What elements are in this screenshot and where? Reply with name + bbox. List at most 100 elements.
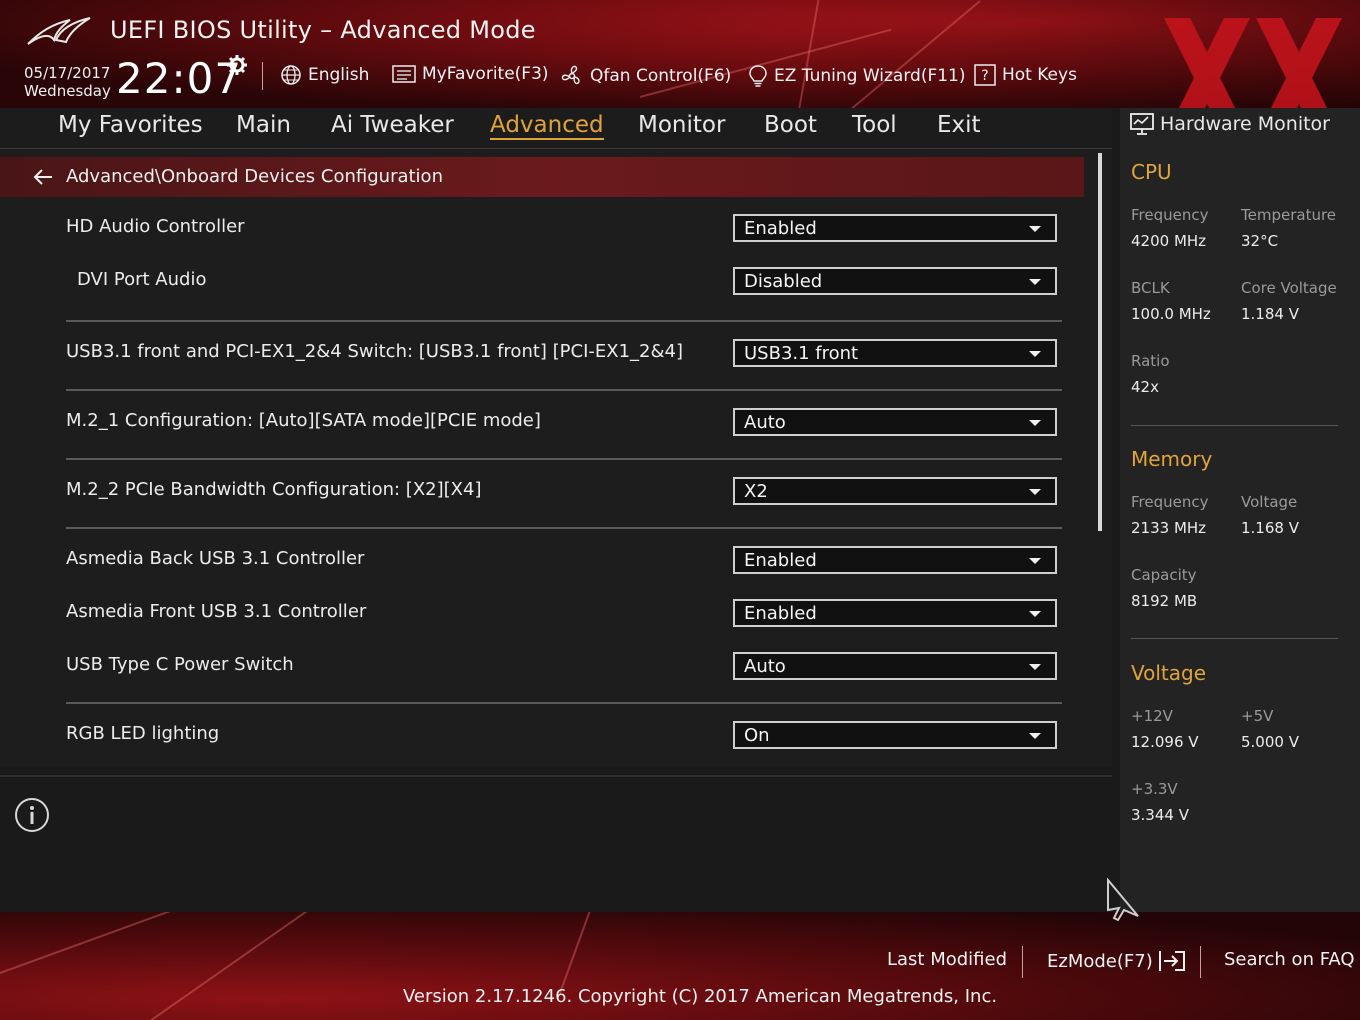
search-faq-label: Search on FAQ [1224, 949, 1355, 970]
tab-my-favorites[interactable]: My Favorites [58, 112, 203, 138]
selected-value: X2 [744, 481, 768, 502]
back-arrow-icon[interactable] [32, 167, 54, 187]
help-description-panel [0, 775, 1112, 914]
hot-keys-label: Hot Keys [1002, 65, 1077, 85]
v12-label: +12V [1131, 707, 1173, 725]
core-voltage-label: Core Voltage [1241, 279, 1337, 297]
header-divider [262, 62, 263, 90]
section-divider [66, 458, 1062, 460]
cpu-frequency-label: Frequency [1131, 206, 1209, 224]
rgb-led-lighting-select[interactable]: On [733, 721, 1057, 749]
tab-monitor[interactable]: Monitor [638, 112, 725, 138]
memory-capacity-label: Capacity [1131, 566, 1197, 584]
qfan-control-button[interactable]: Qfan Control(F6) [560, 64, 731, 88]
info-icon [15, 798, 49, 832]
section-divider [1131, 638, 1338, 639]
usb31-front-switch-select[interactable]: USB3.1 front [733, 339, 1057, 367]
clock[interactable]: 22:07 [116, 54, 242, 103]
selected-value: Enabled [744, 218, 817, 239]
tab-ai-tweaker[interactable]: Ai Tweaker [331, 112, 454, 138]
footer-divider [1200, 946, 1201, 978]
date-display: 05/17/2017 Wednesday [24, 64, 111, 100]
rog-logo-icon [27, 17, 91, 45]
dropdown-caret-icon [1029, 558, 1041, 564]
v33-value: 3.344 V [1131, 806, 1189, 824]
globe-icon [281, 65, 301, 85]
hardware-monitor-header: Hardware Monitor [1130, 113, 1330, 135]
ratio-label: Ratio [1131, 352, 1170, 370]
ratio-value: 42x [1131, 378, 1159, 396]
ezmode-button[interactable]: EzMode(F7) [1047, 949, 1187, 973]
dropdown-caret-icon [1029, 420, 1041, 426]
tab-advanced[interactable]: Advanced [490, 112, 604, 140]
selected-value: Enabled [744, 603, 817, 624]
day-text: Wednesday [24, 82, 111, 100]
selected-value: Disabled [744, 271, 823, 292]
version-text: Version 2.17.1246. Copyright (C) 2017 Am… [403, 986, 998, 1007]
dropdown-caret-icon [1029, 489, 1041, 495]
option-label-m2-1-configuration: M.2_1 Configuration: [Auto][SATA mode][P… [66, 410, 541, 431]
myfavorite-label: MyFavorite(F3) [422, 64, 549, 84]
tab-exit[interactable]: Exit [937, 112, 981, 138]
mouse-pointer-icon [1107, 878, 1139, 922]
favorite-list-icon [392, 65, 416, 83]
dropdown-caret-icon [1029, 733, 1041, 739]
m2-1-configuration-select[interactable]: Auto [733, 408, 1057, 436]
ezmode-label: EzMode(F7) [1047, 950, 1153, 972]
option-label-asmedia-front-usb31: Asmedia Front USB 3.1 Controller [66, 601, 367, 622]
section-divider [66, 320, 1062, 322]
memory-frequency-value: 2133 MHz [1131, 519, 1207, 537]
voltage-section-title: Voltage [1131, 661, 1207, 685]
lightbulb-icon [749, 65, 767, 87]
app-title: UEFI BIOS Utility – Advanced Mode [110, 16, 536, 44]
dvi-port-audio-select[interactable]: Disabled [733, 267, 1057, 295]
asmedia-back-usb31-select[interactable]: Enabled [733, 546, 1057, 574]
memory-frequency-label: Frequency [1131, 493, 1209, 511]
option-label-usb-type-c-power: USB Type C Power Switch [66, 654, 294, 675]
bclk-label: BCLK [1131, 279, 1170, 297]
core-voltage-value: 1.184 V [1241, 305, 1299, 323]
cpu-section-title: CPU [1131, 160, 1172, 184]
hot-keys-button[interactable]: ? Hot Keys [974, 64, 1077, 86]
search-faq-button[interactable]: Search on FAQ [1224, 949, 1355, 970]
tab-main[interactable]: Main [236, 112, 291, 138]
option-label-asmedia-back-usb31: Asmedia Back USB 3.1 Controller [66, 548, 365, 569]
breadcrumb: Advanced\Onboard Devices Configuration [0, 157, 1084, 197]
monitor-icon [1130, 113, 1154, 135]
option-label-m2-2-bandwidth: M.2_2 PCIe Bandwidth Configuration: [X2]… [66, 479, 482, 500]
dropdown-caret-icon [1029, 226, 1041, 232]
svg-text:?: ? [981, 68, 988, 84]
selected-value: Auto [744, 656, 786, 677]
language-button[interactable]: English [280, 64, 369, 86]
watermark-logo [1164, 18, 1342, 108]
hd-audio-controller-select[interactable]: Enabled [733, 214, 1057, 242]
bclk-value: 100.0 MHz [1131, 305, 1211, 323]
breadcrumb-path: Advanced\Onboard Devices Configuration [66, 166, 443, 187]
dropdown-caret-icon [1029, 611, 1041, 617]
scrollbar[interactable] [1098, 153, 1102, 531]
tab-tool[interactable]: Tool [852, 112, 897, 138]
settings-panel: Advanced\Onboard Devices Configuration H… [0, 149, 1112, 767]
fan-icon [561, 65, 580, 85]
ez-tuning-wizard-label: EZ Tuning Wizard(F11) [774, 66, 966, 86]
gear-icon[interactable] [226, 54, 248, 76]
section-divider [1131, 425, 1338, 426]
section-divider [66, 702, 1062, 704]
selected-value: On [744, 725, 770, 746]
m2-2-bandwidth-select[interactable]: X2 [733, 477, 1057, 505]
usb-type-c-power-select[interactable]: Auto [733, 652, 1057, 680]
cpu-frequency-value: 4200 MHz [1131, 232, 1207, 250]
last-modified-button[interactable]: Last Modified [887, 949, 1007, 970]
asmedia-front-usb31-select[interactable]: Enabled [733, 599, 1057, 627]
footer-divider [1022, 946, 1023, 978]
tab-boot[interactable]: Boot [764, 112, 817, 138]
section-divider [66, 527, 1062, 529]
memory-capacity-value: 8192 MB [1131, 592, 1198, 610]
selected-value: USB3.1 front [744, 343, 859, 364]
hardware-monitor-title: Hardware Monitor [1160, 113, 1330, 135]
ez-tuning-wizard-button[interactable]: EZ Tuning Wizard(F11) [748, 64, 966, 88]
language-label: English [308, 65, 370, 85]
v5-label: +5V [1241, 707, 1274, 725]
option-label-rgb-led-lighting: RGB LED lighting [66, 723, 220, 744]
myfavorite-button[interactable]: MyFavorite(F3) [392, 64, 549, 84]
